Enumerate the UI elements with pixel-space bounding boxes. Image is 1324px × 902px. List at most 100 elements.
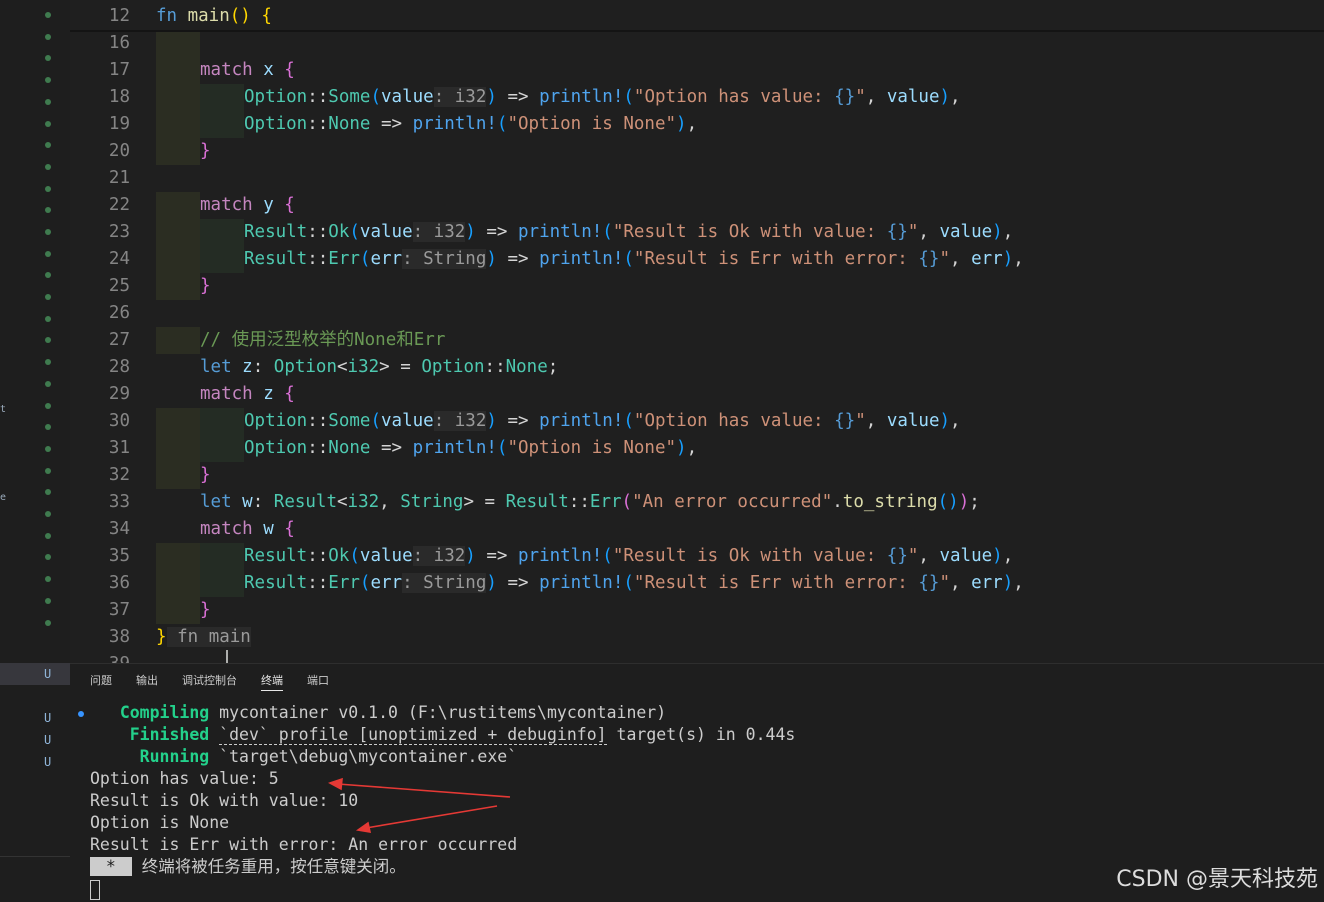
git-status-dot bbox=[45, 164, 51, 170]
code-token: ( bbox=[623, 87, 634, 107]
code-token: :: bbox=[307, 222, 329, 242]
code-token: } bbox=[200, 465, 211, 485]
terminal-line-finished: Finished `dev` profile [unoptimized + de… bbox=[90, 724, 795, 746]
indent-guide bbox=[200, 84, 244, 111]
code-token: , bbox=[918, 546, 940, 566]
code-token: match bbox=[200, 384, 264, 404]
code-token: ( bbox=[621, 492, 633, 512]
code-token: main bbox=[187, 6, 230, 26]
tab-ports[interactable]: 端口 bbox=[307, 672, 329, 688]
code-token: , bbox=[950, 411, 961, 431]
git-status-dot bbox=[45, 251, 51, 257]
code-token: i32 bbox=[347, 492, 380, 512]
indent-guide bbox=[156, 408, 200, 435]
code-token: : i32 bbox=[433, 87, 487, 107]
code-token: { bbox=[284, 195, 295, 215]
tab-output[interactable]: 输出 bbox=[136, 672, 158, 688]
code-token: value bbox=[886, 411, 940, 431]
tab-debug-console[interactable]: 调试控制台 bbox=[182, 672, 237, 688]
tab-terminal[interactable]: 终端 bbox=[261, 672, 283, 691]
code-token: Option bbox=[244, 411, 308, 431]
code-token: "Option is None" bbox=[507, 114, 677, 134]
output-line: Option is None bbox=[90, 813, 230, 832]
terminal-cursor bbox=[90, 880, 100, 900]
code-token: match bbox=[200, 519, 264, 539]
code-token: match bbox=[200, 60, 264, 80]
code-token: :: bbox=[307, 546, 329, 566]
code-token: ) bbox=[939, 87, 951, 107]
code-token: => bbox=[370, 114, 413, 134]
code-token: w bbox=[263, 519, 285, 539]
output-line: Result is Err with error: An error occur… bbox=[90, 835, 518, 854]
code-token: Result bbox=[505, 492, 569, 512]
code-line: 17 match x { bbox=[70, 57, 1324, 84]
code-token: "An error occurred" bbox=[632, 492, 833, 512]
code-line: 18 Option::Some(value: i32) => println!("… bbox=[70, 84, 1324, 111]
line-number: 25 bbox=[108, 276, 130, 296]
code-token: "Option has value: bbox=[633, 87, 835, 107]
indent-guide bbox=[156, 192, 200, 219]
git-status-dot bbox=[45, 576, 51, 582]
code-token: x bbox=[263, 60, 285, 80]
code-token: :: bbox=[307, 249, 329, 269]
reuse-text: 终端将被任务重用，按任意键关闭。 bbox=[131, 857, 406, 876]
indent-guide bbox=[200, 570, 244, 597]
code-token: " bbox=[907, 222, 919, 242]
code-token: } bbox=[156, 627, 167, 647]
code-token: , bbox=[1013, 573, 1024, 593]
code-editor[interactable]: 12 fn main() {16 17 match x {18 Option::Some… bbox=[70, 0, 1324, 663]
git-status-dot bbox=[45, 381, 51, 387]
line-number: 12 bbox=[108, 6, 130, 26]
code-token: None bbox=[505, 357, 548, 377]
code-token: Some bbox=[328, 87, 371, 107]
untracked-status-badge: U bbox=[44, 755, 52, 769]
code-token: value bbox=[359, 222, 413, 242]
git-status-dot bbox=[45, 12, 51, 18]
git-status-dot bbox=[45, 511, 51, 517]
git-status-dot bbox=[45, 554, 51, 560]
code-line: 12 fn main() { bbox=[70, 3, 1324, 30]
git-status-dot bbox=[45, 316, 51, 322]
compiling-label: Compiling bbox=[119, 703, 210, 722]
code-token: : i32 bbox=[433, 411, 487, 431]
terminal-line-running: Running `target\debug\mycontainer.exe` bbox=[90, 746, 518, 768]
indent-guide bbox=[156, 597, 200, 624]
line-number: 27 bbox=[108, 330, 130, 350]
line-number: 20 bbox=[108, 141, 130, 161]
tab-problems[interactable]: 问题 bbox=[90, 672, 112, 688]
code-token: println! bbox=[518, 546, 603, 566]
code-text: } bbox=[200, 273, 211, 300]
code-token: {} bbox=[886, 222, 908, 242]
indent-guide bbox=[156, 273, 200, 300]
git-status-dot bbox=[45, 294, 51, 300]
reuse-badge: * bbox=[90, 857, 132, 876]
line-number: 34 bbox=[108, 519, 130, 539]
code-token: ( bbox=[623, 249, 634, 269]
code-token: y bbox=[263, 195, 285, 215]
code-token: value bbox=[381, 411, 434, 431]
indent-guide bbox=[200, 435, 244, 462]
code-token: { bbox=[284, 60, 295, 80]
indent-guide bbox=[156, 111, 200, 138]
code-token: err bbox=[370, 249, 403, 269]
running-text: `target\debug\mycontainer.exe` bbox=[209, 747, 518, 766]
code-line: 31 Option::None => println!("Option is No… bbox=[70, 435, 1324, 462]
git-status-dot bbox=[45, 99, 51, 105]
code-token: ; bbox=[969, 492, 980, 512]
code-token: => bbox=[496, 573, 540, 593]
code-token: z bbox=[242, 357, 253, 377]
code-line: 30 Option::Some(value: i32) => println!("… bbox=[70, 408, 1324, 435]
watermark: CSDN @景天科技苑 bbox=[1116, 867, 1318, 892]
code-line: 33 let w: Result<i32, String> = Result::E… bbox=[70, 489, 1324, 516]
code-token: Err bbox=[589, 492, 622, 512]
indent-guide bbox=[156, 138, 200, 165]
profile-link[interactable]: `dev` profile [unoptimized + debuginfo] bbox=[219, 725, 607, 745]
command-status-dot bbox=[78, 711, 84, 717]
truncated-file-label: t bbox=[0, 404, 7, 415]
code-token: Result bbox=[244, 249, 308, 269]
code-token: () { bbox=[229, 6, 272, 26]
code-token: value bbox=[939, 222, 993, 242]
line-number: 23 bbox=[108, 222, 130, 242]
code-token: None bbox=[328, 438, 371, 458]
selected-file-row[interactable] bbox=[0, 663, 70, 685]
